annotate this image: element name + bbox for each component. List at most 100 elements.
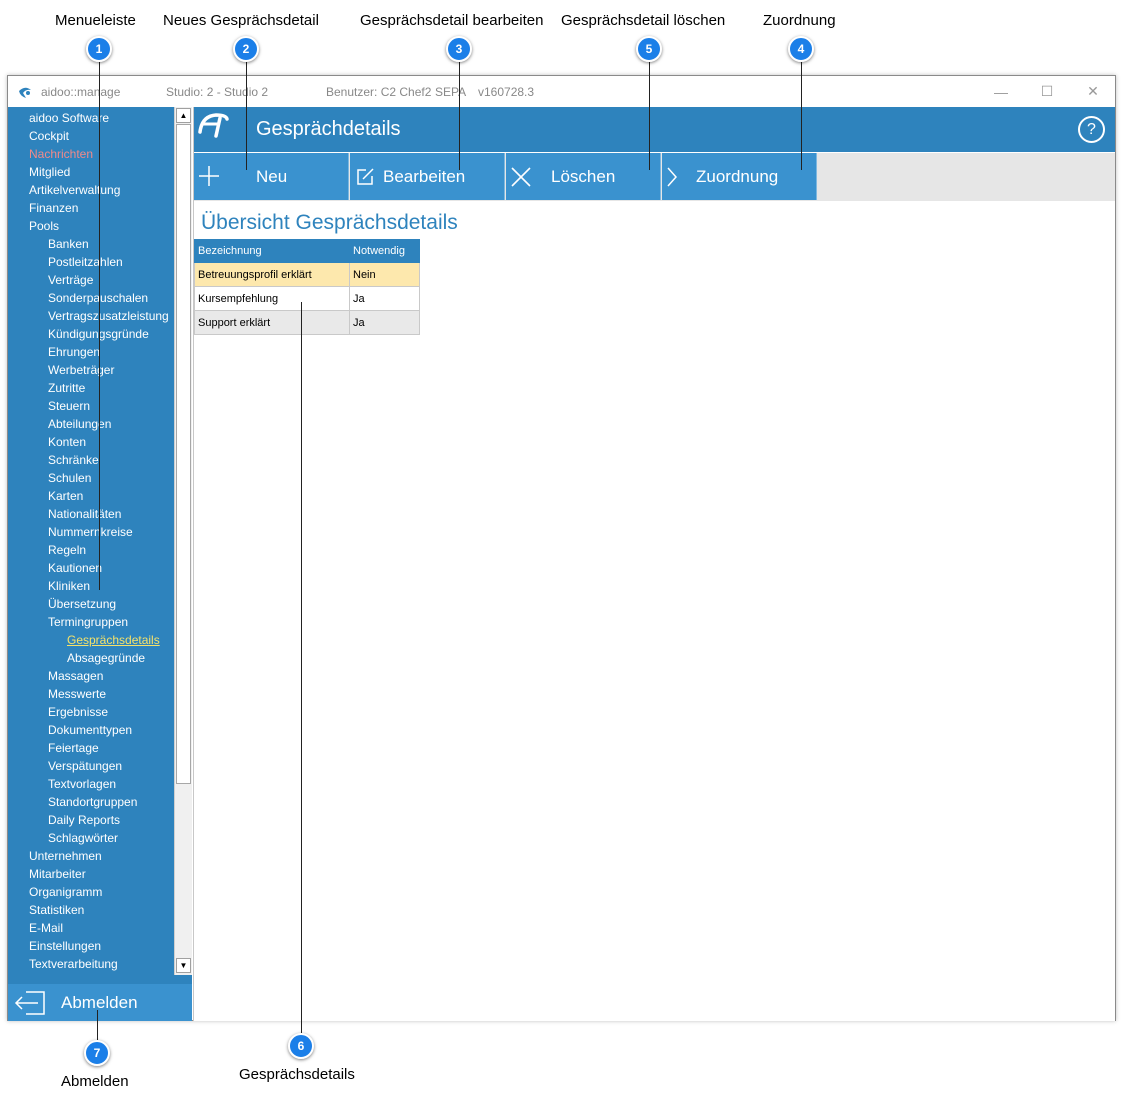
edit-button[interactable]: Bearbeiten bbox=[350, 153, 505, 200]
menu-item-nummernkreise[interactable]: Nummernkreise bbox=[8, 523, 173, 541]
annotation-label-logout: Abmelden bbox=[61, 1073, 129, 1090]
annotation-badge-6: 6 bbox=[288, 1033, 314, 1059]
user-info: Benutzer: C2 Chef2 bbox=[326, 84, 432, 99]
help-button[interactable]: ? bbox=[1078, 116, 1105, 143]
menu-item-banken[interactable]: Banken bbox=[8, 235, 173, 253]
sidebar: aidoo Software Cockpit Nachrichten Mitglied… bbox=[8, 107, 192, 1021]
menu-item-postleitzahlen[interactable]: Postleitzahlen bbox=[8, 253, 173, 271]
annotation-label-details: Gesprächsdetails bbox=[239, 1066, 355, 1083]
menu-item-kliniken[interactable]: Kliniken bbox=[8, 577, 173, 595]
menu-item-kautionen[interactable]: Kautionen bbox=[8, 559, 173, 577]
section-title: Übersicht Gesprächsdetails bbox=[201, 211, 458, 234]
sidebar-scrollbar[interactable]: ▲ ▼ bbox=[174, 107, 192, 975]
menu-item-nationalitäten[interactable]: Nationalitäten bbox=[8, 505, 173, 523]
details-table: Bezeichnung Notwendig Betreuungsprofil e… bbox=[194, 239, 420, 335]
scroll-down-icon[interactable]: ▼ bbox=[176, 958, 191, 973]
arrow-left-icon bbox=[14, 989, 45, 1016]
menu-item-massagen[interactable]: Massagen bbox=[8, 667, 173, 685]
menu-item-artikelverwaltung[interactable]: Artikelverwaltung bbox=[8, 181, 173, 199]
menu-item-textvorlagen[interactable]: Textvorlagen bbox=[8, 775, 173, 793]
menu-item-schulen[interactable]: Schulen bbox=[8, 469, 173, 487]
aidoo-logo-icon bbox=[198, 113, 229, 138]
annotation-line-6 bbox=[301, 302, 302, 1033]
plus-icon bbox=[199, 166, 219, 186]
assign-label: Zuordnung bbox=[696, 166, 779, 186]
annotation-label-new: Neues Gesprächsdetail bbox=[163, 12, 319, 29]
column-header[interactable]: Bezeichnung bbox=[194, 239, 350, 263]
menu-item-karten[interactable]: Karten bbox=[8, 487, 173, 505]
menu-item-organigramm[interactable]: Organigramm bbox=[8, 883, 173, 901]
new-button[interactable]: Neu bbox=[194, 153, 349, 200]
menu-item-unternehmen[interactable]: Unternehmen bbox=[8, 847, 173, 865]
menu-item-steuern[interactable]: Steuern bbox=[8, 397, 173, 415]
menu-item-absagegründe[interactable]: Absagegründe bbox=[8, 649, 173, 667]
minimize-button[interactable]: — bbox=[978, 76, 1024, 107]
menu-item-werbeträger[interactable]: Werbeträger bbox=[8, 361, 173, 379]
title-bar: aidoo::manage Studio: 2 - Studio 2 Benut… bbox=[8, 76, 1115, 107]
sepa-info: SEPA bbox=[435, 84, 467, 99]
menu-item-cockpit[interactable]: Cockpit bbox=[8, 127, 173, 145]
menu-item-vertragszusatzleistung[interactable]: Vertragszusatzleistung bbox=[8, 307, 173, 325]
menu-item-ehrungen[interactable]: Ehrungen bbox=[8, 343, 173, 361]
annotation-line-5 bbox=[649, 62, 650, 170]
annotation-line-7 bbox=[97, 1010, 98, 1040]
menu-item-mitglied[interactable]: Mitglied bbox=[8, 163, 173, 181]
edit-label: Bearbeiten bbox=[383, 166, 466, 186]
scroll-up-icon[interactable]: ▲ bbox=[176, 108, 191, 123]
menu-item-kündigungsgründe[interactable]: Kündigungsgründe bbox=[8, 325, 173, 343]
assign-button[interactable]: Zuordnung bbox=[662, 153, 817, 200]
annotation-line-1 bbox=[99, 62, 100, 590]
table-row[interactable]: Support erklärt Ja bbox=[194, 310, 420, 335]
menu-item-verträge[interactable]: Verträge bbox=[8, 271, 173, 289]
table-row[interactable]: Betreuungsprofil erklärt Nein bbox=[194, 262, 420, 287]
menu-item-schlagwörter[interactable]: Schlagwörter bbox=[8, 829, 173, 847]
menu-item-schränke[interactable]: Schränke bbox=[8, 451, 173, 469]
menu-item-nachrichten[interactable]: Nachrichten bbox=[8, 145, 173, 163]
menu-item-gesprächsdetails[interactable]: Gesprächsdetails bbox=[8, 631, 173, 649]
menu-item-mitarbeiter[interactable]: Mitarbeiter bbox=[8, 865, 173, 883]
scroll-thumb[interactable] bbox=[176, 124, 191, 784]
chevron-right-icon bbox=[667, 167, 678, 187]
annotation-line-2 bbox=[246, 62, 247, 170]
menu-item-ergebnisse[interactable]: Ergebnisse bbox=[8, 703, 173, 721]
menu-item-feiertage[interactable]: Feiertage bbox=[8, 739, 173, 757]
menu-item-statistiken[interactable]: Statistiken bbox=[8, 901, 173, 919]
menu-item-übersetzung[interactable]: Übersetzung bbox=[8, 595, 173, 613]
menu-item-konten[interactable]: Konten bbox=[8, 433, 173, 451]
table-header-row: Bezeichnung Notwendig bbox=[194, 239, 420, 263]
table-cell: Kursempfehlung bbox=[194, 286, 350, 311]
menu-item-termingruppen[interactable]: Termingruppen bbox=[8, 613, 173, 631]
page-title: Gesprächdetails bbox=[256, 118, 401, 140]
menu-item-finanzen[interactable]: Finanzen bbox=[8, 199, 173, 217]
menu-item-regeln[interactable]: Regeln bbox=[8, 541, 173, 559]
menu-item-zutritte[interactable]: Zutritte bbox=[8, 379, 173, 397]
menu-list: aidoo Software Cockpit Nachrichten Mitglied… bbox=[8, 107, 173, 975]
toolbar: Neu Bearbeiten Löschen Zuordnung bbox=[194, 153, 1115, 201]
logout-button[interactable]: Abmelden bbox=[8, 984, 192, 1021]
menu-item-pools[interactable]: Pools bbox=[8, 217, 173, 235]
column-header[interactable]: Notwendig bbox=[349, 239, 420, 263]
menu-item-dokumenttypen[interactable]: Dokumenttypen bbox=[8, 721, 173, 739]
maximize-button[interactable]: ☐ bbox=[1024, 76, 1070, 107]
table-cell: Support erklärt bbox=[194, 310, 350, 335]
menu-item-textverarbeitung[interactable]: Textverarbeitung bbox=[8, 955, 173, 973]
edit-icon bbox=[357, 168, 374, 185]
table-cell: Nein bbox=[349, 262, 420, 287]
delete-button[interactable]: Löschen bbox=[506, 153, 661, 200]
logout-label: Abmelden bbox=[61, 992, 138, 1012]
close-button[interactable]: ✕ bbox=[1070, 76, 1116, 107]
table-cell: Ja bbox=[349, 310, 420, 335]
menu-item-standortgruppen[interactable]: Standortgruppen bbox=[8, 793, 173, 811]
menu-item-verspätungen[interactable]: Verspätungen bbox=[8, 757, 173, 775]
annotation-badge-4: 4 bbox=[788, 36, 814, 62]
table-row[interactable]: Kursempfehlung Ja bbox=[194, 286, 420, 311]
annotation-line-3 bbox=[459, 62, 460, 170]
menu-item-e-mail[interactable]: E-Mail bbox=[8, 919, 173, 937]
menu-item-abteilungen[interactable]: Abteilungen bbox=[8, 415, 173, 433]
menu-item-sonderpauschalen[interactable]: Sonderpauschalen bbox=[8, 289, 173, 307]
annotation-label-menubar: Menueleiste bbox=[55, 12, 136, 29]
menu-item-messwerte[interactable]: Messwerte bbox=[8, 685, 173, 703]
menu-item-daily-reports[interactable]: Daily Reports bbox=[8, 811, 173, 829]
menu-item-aidoo-software[interactable]: aidoo Software bbox=[8, 109, 173, 127]
menu-item-einstellungen[interactable]: Einstellungen bbox=[8, 937, 173, 955]
